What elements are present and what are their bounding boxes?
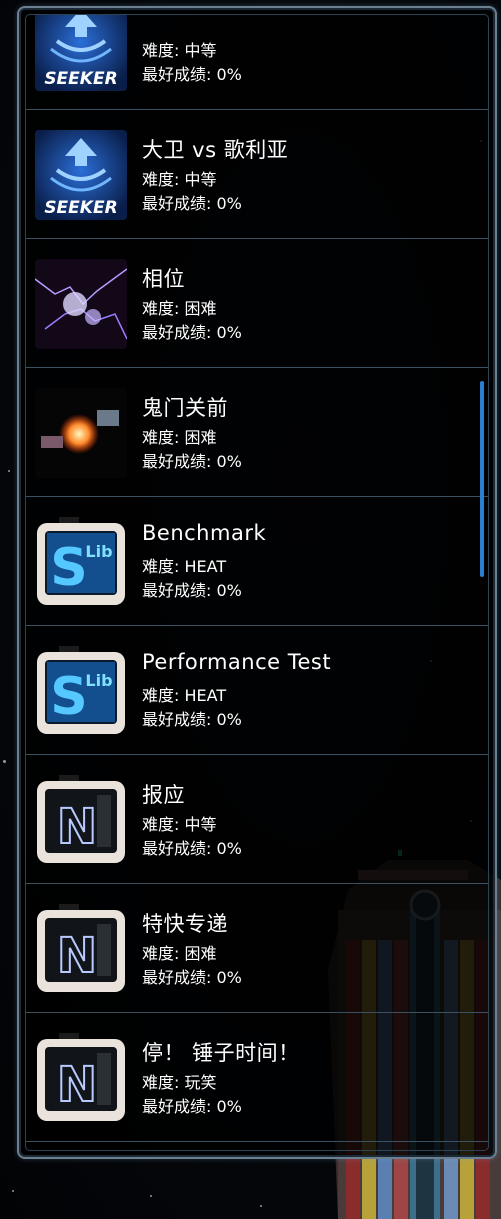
mission-difficulty: 难度: HEAT (142, 686, 227, 705)
scrollbar-thumb[interactable] (480, 381, 484, 577)
mission-difficulty: 难度: 困难 (142, 944, 217, 963)
mission-title: 报应 (142, 783, 185, 807)
n-logo-letter: N (57, 1057, 97, 1113)
mission-list-item[interactable]: 相位难度: 困难最好成绩: 0% (26, 239, 488, 368)
mission-list-item[interactable]: N 特快专递难度: 困难最好成绩: 0% (26, 884, 488, 1013)
mission-list-item[interactable]: S Lib Performance Test 难度: HEAT 最好成绩: 0% (26, 626, 488, 755)
mission-list-panel: SEEKER 难度: 中等 最好成绩: 0% SEEKER 大卫 vs 歌利亚 难度… (17, 6, 497, 1159)
slib-logo-letter: S (50, 667, 87, 727)
mission-best-score: 最好成绩: 0% (142, 710, 242, 729)
mission-difficulty: 难度: 中等 (142, 41, 217, 60)
mission-thumbnail-icon (35, 388, 127, 478)
seeker-logo-text: SEEKER (44, 198, 117, 218)
mission-list-viewport[interactable]: SEEKER 难度: 中等 最好成绩: 0% SEEKER 大卫 vs 歌利亚 难度… (25, 14, 489, 1151)
mission-title: 停！ 锤子时间！ (142, 1041, 300, 1065)
mission-list-item[interactable]: 鬼门关前难度: 困难最好成绩: 0% (26, 368, 488, 497)
mission-title: 特快专递 (142, 912, 228, 936)
n-logo-letter: N (57, 928, 97, 984)
mission-title: 相位 (142, 267, 185, 291)
mission-title: Performance Test (142, 650, 332, 674)
mission-list-item[interactable]: N 停！ 锤子时间！ 难度: 玩笑最好成绩: 0% (26, 1013, 488, 1142)
mission-list: SEEKER 难度: 中等 最好成绩: 0% SEEKER 大卫 vs 歌利亚 难度… (26, 15, 488, 1142)
mission-best-score: 最好成绩: 0% (142, 968, 242, 987)
mission-difficulty: 难度: 中等 (142, 170, 217, 189)
mission-thumbnail-icon: S Lib (35, 646, 127, 736)
mission-difficulty: 难度: HEAT (142, 557, 227, 576)
mission-thumbnail-icon: N (35, 1033, 127, 1123)
mission-difficulty: 难度: 中等 (142, 815, 217, 834)
mission-thumbnail-icon: SEEKER (35, 15, 127, 91)
mission-thumbnail-icon (35, 259, 127, 349)
mission-list-item[interactable]: SEEKER 难度: 中等最好成绩: 0% (26, 15, 488, 110)
mission-best-score: 最好成绩: 0% (142, 452, 242, 471)
mission-list-item[interactable]: SEEKER 大卫 vs 歌利亚难度: 中等最好成绩: 0% (26, 110, 488, 239)
mission-best-score: 最好成绩: 0% (142, 581, 242, 600)
mission-title: 大卫 vs 歌利亚 (142, 138, 289, 162)
mission-difficulty: 难度: 玩笑 (142, 1073, 217, 1092)
mission-title: 鬼门关前 (142, 396, 228, 420)
mission-list-item[interactable]: S Lib Benchmark 难度: HEAT 最好成绩: 0% (26, 497, 488, 626)
mission-difficulty: 难度: 困难 (142, 299, 217, 318)
slib-logo-small: Lib (85, 671, 112, 690)
mission-best-score: 最好成绩: 0% (142, 839, 242, 858)
slib-logo-letter: S (50, 538, 87, 598)
mission-difficulty: 难度: 困难 (142, 428, 217, 447)
mission-thumbnail-icon: N (35, 904, 127, 994)
seeker-logo-text: SEEKER (44, 69, 117, 89)
mission-best-score: 最好成绩: 0% (142, 1097, 242, 1116)
mission-thumbnail-icon: S Lib (35, 517, 127, 607)
mission-best-score: 最好成绩: 0% (142, 65, 242, 84)
mission-best-score: 最好成绩: 0% (142, 323, 242, 342)
mission-list-item[interactable]: N 报应难度: 中等最好成绩: 0% (26, 755, 488, 884)
mission-title: Benchmark (142, 521, 267, 545)
slib-logo-small: Lib (85, 542, 112, 561)
mission-thumbnail-icon: N (35, 775, 127, 865)
mission-best-score: 最好成绩: 0% (142, 194, 242, 213)
n-logo-letter: N (57, 799, 97, 855)
mission-thumbnail-icon: SEEKER (35, 130, 127, 220)
